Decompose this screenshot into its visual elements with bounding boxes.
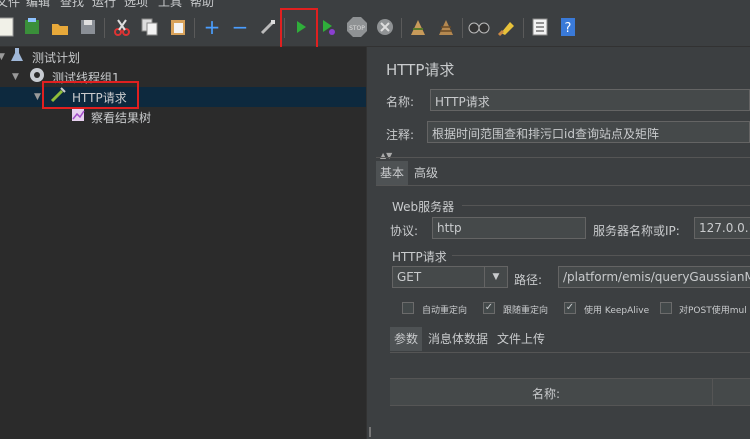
follow-redirect-checkbox[interactable]: ✓: [483, 302, 495, 314]
menu-file[interactable]: 文件: [0, 0, 20, 8]
chevron-down-icon[interactable]: ▼: [12, 72, 19, 82]
svg-text:?: ?: [565, 21, 572, 36]
menu-options[interactable]: 选项: [124, 0, 148, 8]
server-field[interactable]: 127.0.0.1: [694, 217, 750, 239]
method-value: GET: [397, 270, 422, 284]
menu-help[interactable]: 帮助: [190, 0, 214, 8]
new-icon[interactable]: [0, 14, 18, 40]
menu-edit[interactable]: 编辑: [26, 0, 50, 8]
http-request-group-label: HTTP请求: [392, 250, 447, 264]
svg-text:STOP: STOP: [349, 25, 365, 32]
collapse-arrows[interactable]: ▲▼: [380, 151, 392, 160]
test-plan-tree: ▼ 测试计划 ▼ 测试线程组1 ▼ HTTP请求 察看结果树: [0, 47, 366, 439]
panel-title: HTTP请求: [386, 61, 455, 79]
reset-search-icon[interactable]: [495, 14, 519, 40]
toggle-icon[interactable]: [256, 14, 280, 40]
search-icon[interactable]: [467, 14, 491, 40]
help-icon[interactable]: ?: [556, 14, 580, 40]
cut-icon[interactable]: [110, 14, 134, 40]
multipart-checkbox[interactable]: [660, 302, 672, 314]
keepalive-label: 使用 KeepAlive: [584, 306, 650, 316]
name-column-header[interactable]: 名称:: [532, 385, 560, 402]
comment-field[interactable]: 根据时间范围查和排污口id查询站点及矩阵: [427, 121, 750, 143]
tree-item-label: 察看结果树: [91, 110, 152, 125]
copy-icon[interactable]: [138, 14, 162, 40]
stop-icon[interactable]: STOP: [345, 14, 369, 40]
tree-item-view-results[interactable]: 察看结果树: [0, 107, 366, 127]
chevron-down-icon: ▼: [484, 267, 507, 287]
param-tabs: 参数 消息体数据 文件上传: [390, 327, 750, 351]
comment-label: 注释:: [386, 128, 415, 142]
flask-icon: [10, 47, 24, 67]
protocol-label: 协议:: [390, 224, 419, 238]
chevron-down-icon[interactable]: ▼: [0, 52, 5, 62]
name-field[interactable]: HTTP请求: [430, 89, 750, 111]
function-helper-icon[interactable]: [528, 14, 552, 40]
clear-icon[interactable]: [406, 14, 430, 40]
templates-icon[interactable]: [20, 14, 44, 40]
paste-icon[interactable]: [166, 14, 190, 40]
web-server-group-label: Web服务器: [392, 200, 455, 214]
path-label: 路径:: [514, 273, 543, 287]
expand-icon[interactable]: +: [200, 14, 224, 40]
shutdown-icon[interactable]: [373, 14, 397, 40]
chart-icon: [70, 107, 86, 127]
http-request-panel: HTTP请求 名称: HTTP请求 注释: 根据时间范围查和排污口id查询站点及…: [376, 47, 750, 439]
keepalive-checkbox[interactable]: ✓: [564, 302, 576, 314]
protocol-field[interactable]: http: [432, 217, 586, 239]
menu-run[interactable]: 运行: [92, 0, 116, 8]
start-no-pause-icon[interactable]: [317, 14, 341, 40]
tab-parameters[interactable]: 参数: [390, 327, 423, 351]
method-select[interactable]: GET ▼: [392, 266, 508, 288]
menu-search[interactable]: 查找: [60, 0, 84, 8]
open-icon[interactable]: [48, 14, 72, 40]
start-highlight: [280, 8, 318, 49]
auto-redirect-checkbox[interactable]: [402, 302, 414, 314]
auto-redirect-label: 自动重定向: [422, 306, 468, 316]
chevron-down-icon[interactable]: ▼: [34, 92, 41, 102]
tab-body-data[interactable]: 消息体数据: [424, 327, 492, 351]
http-request-highlight: [42, 81, 139, 109]
tree-item-label: 测试计划: [32, 50, 81, 65]
menu-tools[interactable]: 工具: [158, 0, 182, 8]
tab-file-upload[interactable]: 文件上传: [493, 327, 549, 351]
toolbar: + − STOP ?: [0, 8, 750, 49]
collapse-icon[interactable]: −: [228, 14, 252, 40]
save-icon[interactable]: [76, 14, 100, 40]
menu-bar: 文件 编辑 查找 运行 选项 工具 帮助: [0, 0, 750, 8]
params-table-header: 名称:: [390, 378, 750, 406]
tree-item-test-plan[interactable]: ▼ 测试计划: [0, 47, 366, 67]
name-label: 名称:: [386, 95, 415, 109]
path-field[interactable]: /platform/emis/queryGaussianMisty: [558, 266, 750, 288]
tab-advanced[interactable]: 高级: [410, 161, 442, 185]
tab-basic[interactable]: 基本: [376, 161, 409, 185]
clear-all-icon[interactable]: [434, 14, 458, 40]
multipart-label: 对POST使用mul: [679, 306, 747, 316]
follow-redirect-label: 跟随重定向: [503, 306, 549, 316]
config-tabs: 基本 高级: [376, 161, 750, 185]
server-label: 服务器名称或IP:: [593, 224, 680, 238]
